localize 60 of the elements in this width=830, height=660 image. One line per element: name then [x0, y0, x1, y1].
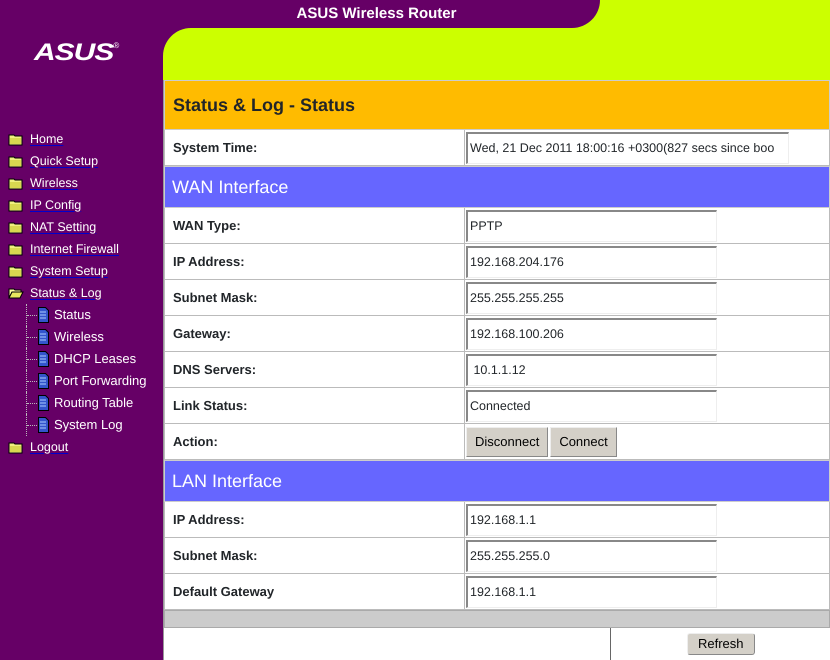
nav-link[interactable]: Home — [30, 130, 64, 148]
action-button[interactable]: Connect — [550, 426, 617, 456]
router-title: ASUS Wireless Router — [296, 4, 456, 24]
field-label: DNS Servers: — [165, 352, 465, 387]
value-field[interactable]: 192.168.100.206 — [466, 318, 717, 350]
section-heading: LAN Interface — [164, 460, 830, 502]
field-label: Subnet Mask: — [165, 538, 465, 573]
folder-icon — [8, 132, 24, 146]
field-label: Default Gateway — [165, 574, 465, 609]
value-field[interactable]: 192.168.1.1 — [466, 576, 717, 608]
value-field[interactable]: 192.168.1.1 — [466, 504, 717, 536]
value-field[interactable]: Wed, 21 Dec 2011 18:00:16 +0300(827 secs since boo — [466, 132, 789, 164]
nav-link[interactable]: Quick Setup — [30, 152, 98, 170]
document-icon — [38, 329, 49, 345]
nav-link[interactable]: NAT Setting — [30, 218, 96, 236]
page-title: Status & Log - Status — [164, 80, 830, 130]
section-heading: WAN Interface — [164, 166, 830, 208]
document-icon — [38, 307, 49, 323]
folder-icon — [8, 264, 24, 278]
field-label: System Time: — [165, 130, 465, 165]
document-icon — [38, 417, 49, 433]
nav-link[interactable]: IP Config — [30, 196, 82, 214]
value-field[interactable]: 255.255.255.0 — [466, 540, 717, 572]
logo: ASUS — [34, 41, 114, 65]
document-icon — [38, 351, 49, 367]
nav-link[interactable]: Status & Log — [30, 284, 102, 302]
field-label: WAN Type: — [165, 208, 465, 243]
value-field[interactable]: 192.168.204.176 — [466, 246, 717, 278]
document-icon — [38, 373, 49, 389]
folder-icon — [8, 154, 24, 168]
field-label: IP Address: — [165, 244, 465, 279]
folder-icon — [8, 176, 24, 190]
field-label: Gateway: — [165, 316, 465, 351]
folder-icon — [8, 440, 24, 454]
nav-sub-link[interactable]: Port Forwarding — [54, 371, 146, 391]
value-field[interactable]: PPTP — [466, 210, 717, 242]
nav-link[interactable]: Internet Firewall — [30, 240, 119, 258]
field-label: Subnet Mask: — [165, 280, 465, 315]
field-label: IP Address: — [165, 502, 465, 537]
registered-mark: ® — [113, 42, 120, 50]
folder-icon — [8, 242, 24, 256]
nav-link[interactable]: Logout — [30, 438, 68, 456]
nav-link[interactable]: Wireless — [30, 174, 78, 192]
nav-link[interactable]: System Setup — [30, 262, 108, 280]
nav-sub-link[interactable]: Wireless — [54, 327, 104, 347]
action-button[interactable]: Disconnect — [466, 426, 548, 456]
refresh-button[interactable]: Refresh — [687, 633, 755, 655]
value-field[interactable]: Connected — [466, 390, 717, 422]
document-icon — [38, 395, 49, 411]
nav-sub-link[interactable]: Status — [54, 305, 91, 325]
nav-sub-link[interactable]: System Log — [54, 415, 123, 435]
open-folder-icon — [8, 286, 24, 300]
value-field[interactable]: 255.255.255.255 — [466, 282, 717, 314]
folder-icon — [8, 220, 24, 234]
nav-sub-link[interactable]: DHCP Leases — [54, 349, 136, 369]
folder-icon — [8, 198, 24, 212]
field-label: Link Status: — [165, 388, 465, 423]
nav-sub-link[interactable]: Routing Table — [54, 393, 134, 413]
field-label: Action: — [165, 424, 465, 459]
value-field[interactable]: 10.1.1.12 — [466, 354, 717, 386]
